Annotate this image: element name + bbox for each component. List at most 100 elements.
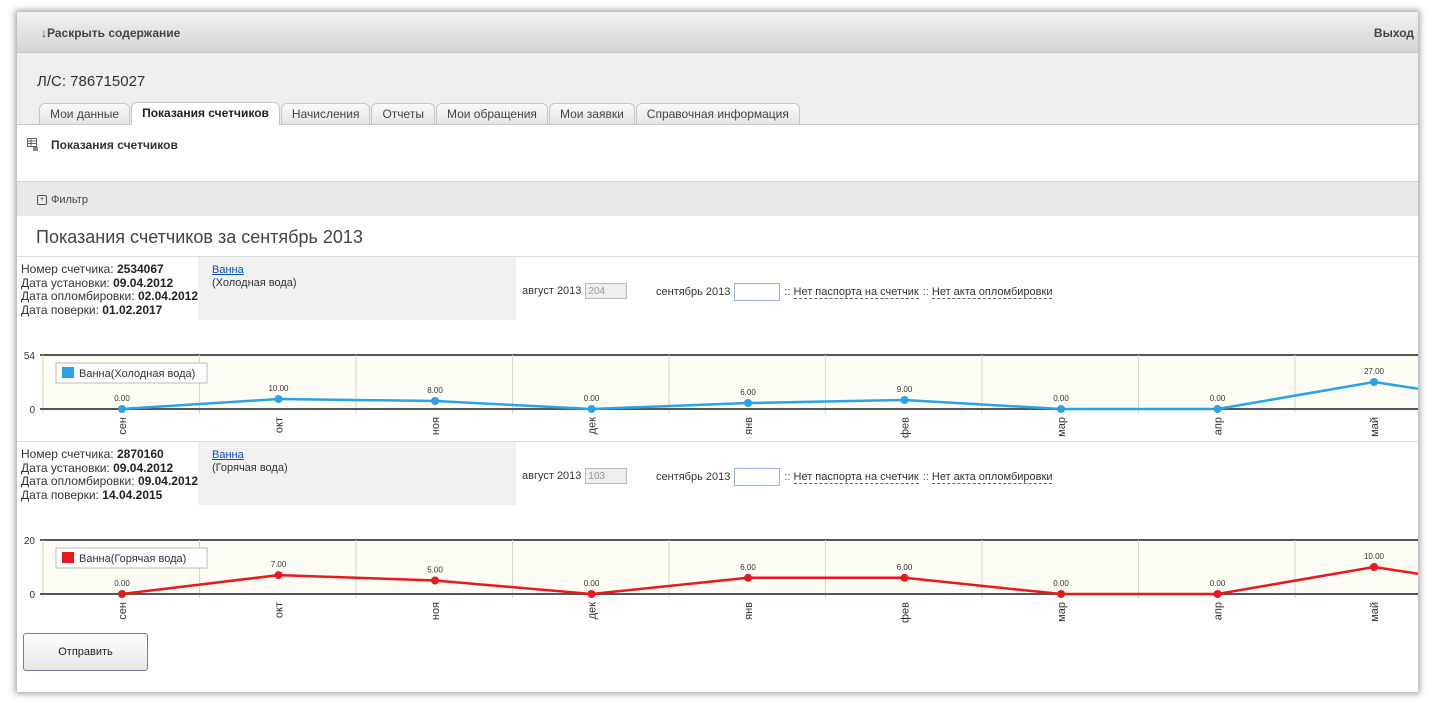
seal-date-label: Дата опломбировки: [21,289,135,303]
previous-reading: август 2013 [522,283,628,299]
no-seal-act-link[interactable]: Нет акта опломбировки [931,286,1053,299]
x-tick-label: апр [1213,602,1225,620]
service-link[interactable]: Ванна [212,264,244,276]
data-point [900,573,909,582]
account-number: Л/С: 786715027 [37,73,146,90]
meter-number: 2534067 [116,262,164,276]
legend-swatch [62,367,74,378]
x-tick-label: окт [274,602,286,618]
meter-number-label: Номер счетчика: [21,262,114,276]
data-point [118,405,126,413]
data-point [118,590,126,598]
separator: :: [784,286,791,298]
legend-swatch [62,552,74,563]
data-label: 27.00 [1364,367,1385,376]
service-link[interactable]: Ванна [212,449,244,461]
data-label: 6.00 [897,563,913,572]
separator: :: [922,471,929,483]
seal-date: 09.04.2012 [137,474,198,488]
separator: :: [922,286,929,298]
data-label: 6.00 [740,388,756,397]
check-date-label: Дата поверки: [21,487,99,502]
legend-label: Ванна(Холодная вода) [79,368,195,380]
period-title: Показания счетчиков за сентябрь 2013 [36,227,363,247]
data-label: 0.00 [1053,394,1069,403]
install-date: 09.04.2012 [113,275,174,290]
check-date: 01.02.2017 [102,302,163,317]
data-label: 0.00 [1210,579,1226,588]
expand-toggle-icon: + [37,195,47,205]
logout-link[interactable]: Выход [1374,26,1414,40]
tab-my-applications[interactable]: Мои заявки [548,103,635,124]
meter-block: Номер счетчика: 2870160 Дата установки: … [17,441,1418,627]
data-point [900,396,909,404]
no-passport-link[interactable]: Нет паспорта на счетчик [793,471,919,484]
meter-block: Номер счетчика: 2534067 Дата установки: … [17,256,1418,442]
current-reading: сентябрь 2013 :: Нет паспорта на счетчик… [656,283,1053,301]
previous-period-label: август 2013 [522,285,582,297]
data-point [274,395,283,403]
separator: :: [784,471,791,483]
data-label: 0.00 [114,579,130,588]
x-tick-label: мар [1056,602,1068,622]
expand-content-link[interactable]: ↓Раскрыть содержание [41,26,180,40]
seal-date: 02.04.2012 [137,289,198,303]
x-tick-label: сен [117,602,129,620]
data-point [1370,563,1378,571]
data-label: 0.00 [584,394,600,403]
meter-number: 2870160 [116,447,164,461]
data-label: 7.00 [271,560,287,569]
y-tick-label: 20 [24,536,36,547]
data-label: 8.00 [427,386,443,395]
current-reading-input[interactable] [734,468,781,486]
install-date-label: Дата установки: [21,275,110,290]
data-point [744,573,752,582]
cold-water-chart: 54 0 0.00 сен 10.00 окт 8.00 ноя 0.00 дек 6.00 янв 9… [24,351,1418,438]
filter-bar: + Фильтр [17,181,1418,216]
x-tick-label: фев [900,417,912,438]
data-point [1213,590,1222,598]
x-tick-label: мар [1056,417,1068,437]
x-tick-label: сен [117,417,129,435]
x-tick-label: янв [743,417,755,435]
meter-number-label: Номер счетчика: [21,447,114,461]
data-label: 10.00 [268,384,289,393]
tab-bar: Мои данные Показания счетчиков Начислени… [39,102,801,125]
tab-meter-readings[interactable]: Показания счетчиков [131,102,280,125]
no-passport-link[interactable]: Нет паспорта на счетчик [793,286,919,299]
previous-reading-field [585,468,628,484]
app-window: ↓Раскрыть содержание Выход Л/С: 78671502… [17,12,1418,692]
no-seal-act-link[interactable]: Нет акта опломбировки [931,471,1053,484]
filter-toggle[interactable]: + Фильтр [37,194,88,206]
tab-reference-info[interactable]: Справочная информация [635,103,800,124]
meter-info: Номер счетчика: 2870160 Дата установки: … [21,447,198,502]
current-period-label: сентябрь 2013 [656,286,731,298]
data-point [1057,590,1065,598]
seal-date-label: Дата опломбировки: [21,474,135,488]
data-point [587,405,596,413]
data-point [431,576,439,585]
tab-my-data[interactable]: Мои данные [39,103,131,124]
x-tick-label: апр [1213,417,1225,435]
x-tick-label: ноя [430,417,442,435]
submit-button[interactable]: Отправить [23,633,148,671]
service-type: (Холодная вода) [212,277,297,289]
tab-reports[interactable]: Отчеты [371,103,435,124]
data-label: 5.00 [427,566,443,575]
meter-info: Номер счетчика: 2534067 Дата установки: … [21,262,198,317]
current-reading: сентябрь 2013 :: Нет паспорта на счетчик… [656,468,1053,486]
y-tick-label: 0 [29,405,35,416]
x-tick-label: май [1369,417,1381,437]
data-point [1370,378,1378,386]
top-bar: ↓Раскрыть содержание Выход [17,12,1418,53]
check-date-label: Дата поверки: [21,302,99,317]
data-point [744,399,752,407]
tab-charges[interactable]: Начисления [280,103,371,124]
install-date-label: Дата установки: [21,460,110,475]
service-cell: Ванна (Холодная вода) [198,257,516,320]
filter-label: Фильтр [51,194,88,206]
y-tick-label: 0 [29,590,35,601]
current-reading-input[interactable] [734,283,781,301]
tab-my-requests[interactable]: Мои обращения [435,103,548,124]
x-tick-label: дек [587,417,599,435]
